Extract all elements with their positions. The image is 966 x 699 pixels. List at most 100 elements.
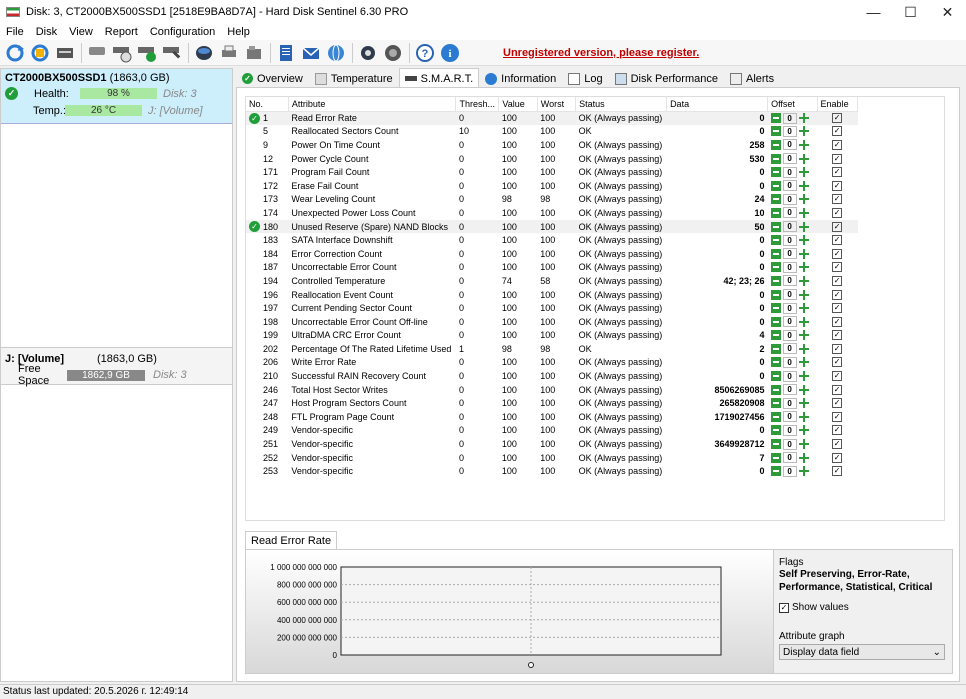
offset-minus-button[interactable]	[770, 167, 781, 178]
globe-icon[interactable]	[324, 41, 348, 65]
offset-value[interactable]: 0	[782, 180, 797, 192]
menu-file[interactable]: File	[0, 26, 30, 38]
enable-checkbox[interactable]: ✓	[832, 316, 843, 327]
enable-checkbox[interactable]: ✓	[832, 452, 843, 463]
offset-minus-button[interactable]	[770, 262, 781, 273]
folder-icon[interactable]	[242, 41, 266, 65]
table-row[interactable]: 251 Vendor-specific 0 100 100 OK (Always pass…	[246, 437, 858, 451]
speaker-icon[interactable]	[381, 41, 405, 65]
offset-value[interactable]: 0	[782, 153, 797, 165]
volume-entry[interactable]: J: [Volume] (1863,0 GB) Free Space 1862,…	[1, 347, 232, 387]
offset-minus-button[interactable]	[770, 221, 781, 232]
header-attribute[interactable]: Attribute	[288, 97, 457, 112]
header-threshold[interactable]: Thresh...	[455, 97, 500, 112]
offset-minus-button[interactable]	[770, 425, 781, 436]
offset-plus-button[interactable]	[798, 248, 809, 259]
table-row[interactable]: 246 Total Host Sector Writes 0 100 100 OK (Al…	[246, 383, 858, 397]
minimize-button[interactable]: —	[855, 0, 892, 24]
offset-plus-button[interactable]	[798, 398, 809, 409]
disk-save-icon[interactable]	[192, 41, 216, 65]
enable-checkbox[interactable]: ✓	[832, 398, 843, 409]
table-row[interactable]: 196 Reallocation Event Count 0 100 100 OK (Al…	[246, 288, 858, 302]
offset-value[interactable]: 0	[782, 166, 797, 178]
offset-plus-button[interactable]	[798, 452, 809, 463]
enable-checkbox[interactable]: ✓	[832, 139, 843, 150]
offset-minus-button[interactable]	[770, 343, 781, 354]
refresh-icon[interactable]	[3, 41, 27, 65]
menu-help[interactable]: Help	[221, 26, 256, 38]
enable-checkbox[interactable]: ✓	[832, 357, 843, 368]
enable-checkbox[interactable]: ✓	[832, 262, 843, 273]
enable-checkbox[interactable]: ✓	[832, 207, 843, 218]
offset-minus-button[interactable]	[770, 180, 781, 191]
offset-plus-button[interactable]	[798, 411, 809, 422]
offset-plus-button[interactable]	[798, 439, 809, 450]
offset-value[interactable]: 0	[782, 207, 797, 219]
offset-value[interactable]: 0	[782, 438, 797, 450]
register-link[interactable]: Unregistered version, please register.	[503, 47, 699, 59]
enable-checkbox[interactable]: ✓	[832, 194, 843, 205]
offset-plus-button[interactable]	[798, 153, 809, 164]
offset-plus-button[interactable]	[798, 357, 809, 368]
table-row[interactable]: 248 FTL Program Page Count 0 100 100 OK (Alwa…	[246, 410, 858, 424]
hdd-icon[interactable]	[85, 41, 109, 65]
header-offset[interactable]: Offset	[767, 97, 818, 112]
offset-minus-button[interactable]	[770, 207, 781, 218]
offset-plus-button[interactable]	[798, 139, 809, 150]
header-data[interactable]: Data	[666, 97, 769, 112]
offset-value[interactable]: 0	[782, 424, 797, 436]
offset-plus-button[interactable]	[798, 343, 809, 354]
table-row[interactable]: 183 SATA Interface Downshift 0 100 100 OK (Al…	[246, 233, 858, 247]
table-row[interactable]: 9 Power On Time Count 0 100 100 OK (Always pa…	[246, 138, 858, 152]
offset-minus-button[interactable]	[770, 248, 781, 259]
offset-value[interactable]: 0	[782, 139, 797, 151]
enable-checkbox[interactable]: ✓	[832, 303, 843, 314]
offset-minus-button[interactable]	[770, 113, 781, 124]
offset-plus-button[interactable]	[798, 194, 809, 205]
header-value[interactable]: Value	[498, 97, 538, 112]
offset-minus-button[interactable]	[770, 439, 781, 450]
enable-checkbox[interactable]: ✓	[832, 439, 843, 450]
enable-checkbox[interactable]: ✓	[832, 235, 843, 246]
offset-plus-button[interactable]	[798, 221, 809, 232]
header-no[interactable]: No.	[246, 97, 289, 112]
table-row[interactable]: 202 Percentage Of The Rated Lifetime Used…	[246, 342, 858, 356]
tab-log[interactable]: Log	[562, 69, 608, 88]
disk-entry[interactable]: CT2000BX500SSD1 (1863,0 GB) ✓ Health: 98…	[1, 69, 232, 124]
enable-checkbox[interactable]: ✓	[832, 167, 843, 178]
enable-checkbox[interactable]: ✓	[832, 411, 843, 422]
enable-checkbox[interactable]: ✓	[832, 371, 843, 382]
table-row[interactable]: 194 Controlled Temperature 0 74 58 OK (Always…	[246, 274, 858, 288]
printer-icon[interactable]	[217, 41, 241, 65]
offset-value[interactable]: 0	[782, 384, 797, 396]
table-row[interactable]: 206 Write Error Rate 0 100 100 OK (Always pas…	[246, 356, 858, 370]
disk-refresh-icon[interactable]	[28, 41, 52, 65]
table-row[interactable]: 12 Power Cycle Count 0 100 100 OK (Always pas…	[246, 152, 858, 166]
menu-report[interactable]: Report	[99, 26, 144, 38]
offset-plus-button[interactable]	[798, 235, 809, 246]
offset-value[interactable]: 0	[782, 193, 797, 205]
offset-minus-button[interactable]	[770, 126, 781, 137]
offset-minus-button[interactable]	[770, 330, 781, 341]
table-row[interactable]: 253 Vendor-specific 0 100 100 OK (Always pass…	[246, 464, 858, 478]
enable-checkbox[interactable]: ✓	[832, 343, 843, 354]
hdd-ok-icon[interactable]	[135, 41, 159, 65]
table-row[interactable]: 199 UltraDMA CRC Error Count 0 100 100 OK (Al…	[246, 329, 858, 343]
offset-minus-button[interactable]	[770, 398, 781, 409]
enable-checkbox[interactable]: ✓	[832, 425, 843, 436]
offset-value[interactable]: 0	[782, 248, 797, 260]
offset-value[interactable]: 0	[782, 289, 797, 301]
tab-information[interactable]: Information	[479, 69, 562, 88]
offset-plus-button[interactable]	[798, 262, 809, 273]
offset-minus-button[interactable]	[770, 275, 781, 286]
disk-icon[interactable]	[53, 41, 77, 65]
offset-value[interactable]: 0	[782, 411, 797, 423]
table-row[interactable]: 247 Host Program Sectors Count 0 100 100 OK (…	[246, 396, 858, 410]
offset-minus-button[interactable]	[770, 235, 781, 246]
table-row[interactable]: 171 Program Fail Count 0 100 100 OK (Always p…	[246, 165, 858, 179]
tab-disk-performance[interactable]: Disk Performance	[609, 69, 724, 88]
offset-minus-button[interactable]	[770, 316, 781, 327]
show-values-checkbox[interactable]: ✓ Show values	[779, 602, 947, 613]
offset-value[interactable]: 0	[782, 234, 797, 246]
offset-minus-button[interactable]	[770, 289, 781, 300]
